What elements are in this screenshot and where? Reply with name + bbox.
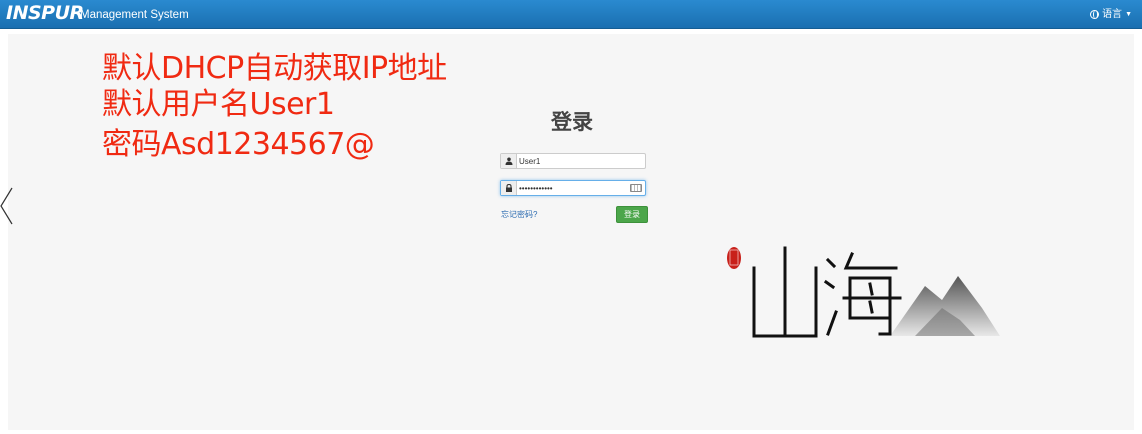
password-field[interactable] <box>500 180 646 196</box>
annotation-line-1: 默认DHCP自动获取IP地址 <box>102 51 447 86</box>
top-bar: INSPUR Management System 语言 ▼ <box>0 0 1142 29</box>
keyboard-icon[interactable] <box>630 184 642 192</box>
password-input[interactable] <box>518 181 627 195</box>
chevron-left-icon[interactable] <box>0 186 14 226</box>
app-title: Management System <box>80 9 189 21</box>
language-label: 语言 <box>1102 9 1123 20</box>
caret-down-icon: ▼ <box>1125 11 1132 18</box>
annotation-line-2: 默认用户名User1 <box>102 87 335 122</box>
username-input[interactable] <box>518 154 627 168</box>
login-button[interactable]: 登录 <box>616 206 648 223</box>
username-field[interactable] <box>500 153 646 169</box>
annotation-line-3: 密码Asd1234567@ <box>102 127 375 162</box>
login-title: 登录 <box>551 110 593 134</box>
user-icon <box>501 154 517 168</box>
shanhai-logo <box>727 246 1000 338</box>
forgot-password-link[interactable]: 忘记密码? <box>501 209 537 220</box>
lock-icon <box>501 181 517 195</box>
brand-logo: INSPUR <box>6 2 84 24</box>
globe-icon <box>1090 10 1100 19</box>
language-menu[interactable]: 语言 ▼ <box>1090 8 1132 21</box>
